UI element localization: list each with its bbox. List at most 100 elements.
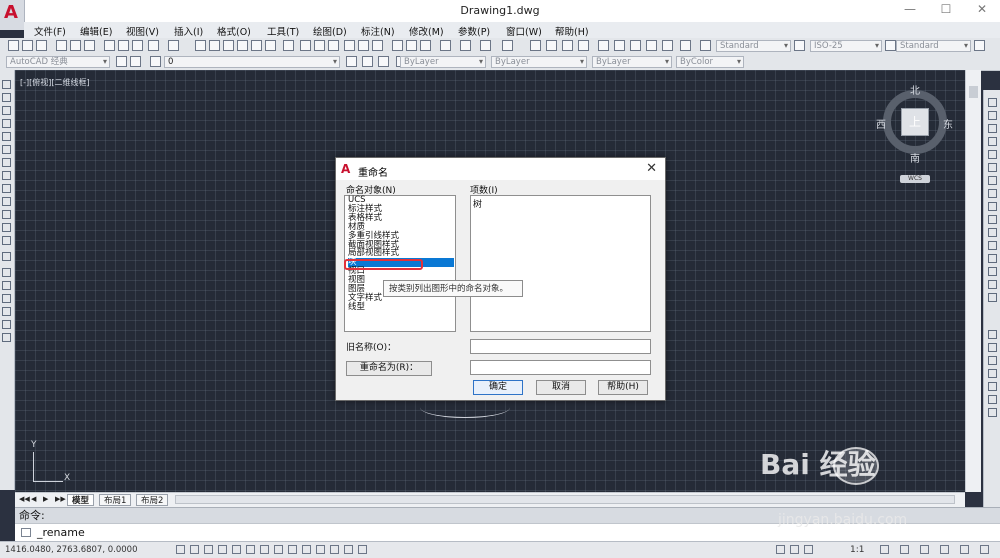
ellipse-icon[interactable]	[2, 197, 11, 206]
save-icon-2[interactable]	[328, 40, 339, 51]
text-front-icon[interactable]	[988, 395, 997, 404]
first-tab-icon[interactable]: ◀◀	[19, 495, 30, 504]
region-icon[interactable]	[2, 294, 11, 303]
hatch-icon[interactable]	[2, 268, 11, 277]
draworder-icon[interactable]	[988, 330, 997, 339]
markup-icon[interactable]	[662, 40, 673, 51]
break-icon[interactable]	[988, 241, 997, 250]
send-back-icon[interactable]	[988, 356, 997, 365]
pan-icon-2[interactable]	[502, 40, 513, 51]
command-prompt-icon[interactable]	[21, 528, 31, 537]
quick-view-drawings-icon[interactable]	[804, 545, 813, 554]
erase-icon[interactable]	[988, 98, 997, 107]
redo-icon[interactable]	[168, 40, 179, 51]
pan-icon[interactable]	[195, 40, 206, 51]
isolate-objects-icon[interactable]	[960, 545, 969, 554]
app-logo[interactable]: A	[0, 0, 25, 30]
dialog-close-button[interactable]: ✕	[646, 161, 657, 176]
copy-icon-2[interactable]	[406, 40, 417, 51]
layer-properties-icon[interactable]	[150, 56, 161, 67]
menu-format[interactable]: 格式(O)	[217, 24, 251, 38]
polyline-icon[interactable]	[2, 106, 11, 115]
menu-insert[interactable]: 插入(I)	[174, 24, 203, 38]
preview-icon-2[interactable]	[358, 40, 369, 51]
workspace-switch-icon[interactable]	[900, 545, 909, 554]
wcs-menu[interactable]: WCS	[900, 175, 930, 183]
vertical-scroll-thumb[interactable]	[969, 86, 978, 98]
compass-east[interactable]: 东	[943, 116, 953, 131]
print-icon[interactable]	[56, 40, 67, 51]
arc-icon[interactable]	[2, 145, 11, 154]
circle-icon[interactable]	[2, 158, 11, 167]
cut-icon[interactable]	[392, 40, 403, 51]
layer-state-icon[interactable]	[378, 56, 389, 67]
array-icon[interactable]	[988, 150, 997, 159]
table-icon[interactable]	[2, 307, 11, 316]
new-icon[interactable]	[8, 40, 19, 51]
annotation-visibility-icon[interactable]	[880, 545, 889, 554]
designcenter-icon[interactable]	[237, 40, 248, 51]
redo-icon-2[interactable]	[480, 40, 491, 51]
menu-tools[interactable]: 工具(T)	[267, 24, 299, 38]
sheetset-icon-2[interactable]	[646, 40, 657, 51]
compass-west[interactable]: 西	[876, 116, 886, 131]
tab-layout2[interactable]: 布局2	[136, 494, 169, 506]
polygon-icon[interactable]	[2, 119, 11, 128]
ducs-icon[interactable]	[288, 545, 297, 554]
workspace-select[interactable]: AutoCAD 经典	[6, 56, 110, 68]
annotation-scale[interactable]: 1:1	[850, 542, 864, 558]
open-icon[interactable]	[22, 40, 33, 51]
insert-block-icon[interactable]	[2, 223, 11, 232]
items-list[interactable]	[470, 195, 651, 332]
infer-constraints-icon[interactable]	[176, 545, 185, 554]
text-style-icon[interactable]	[700, 40, 711, 51]
table-style-select[interactable]: Standard	[896, 40, 971, 52]
rename-to-button[interactable]: 重命名为(R)：	[346, 361, 432, 376]
construction-line-icon[interactable]	[2, 93, 11, 102]
zoom-icon[interactable]	[209, 40, 220, 51]
ortho-icon[interactable]	[218, 545, 227, 554]
extend-icon[interactable]	[988, 228, 997, 237]
polar-icon[interactable]	[232, 545, 241, 554]
help-button[interactable]: 帮助(H)	[598, 380, 648, 395]
menu-parametric[interactable]: 参数(P)	[458, 24, 490, 38]
menu-view[interactable]: 视图(V)	[126, 24, 159, 38]
close-button[interactable]: ✕	[964, 2, 1000, 16]
mirror-icon[interactable]	[988, 124, 997, 133]
properties-icon-2[interactable]	[598, 40, 609, 51]
rectangle-icon[interactable]	[2, 132, 11, 141]
lineweight-select[interactable]: ByLayer	[592, 56, 672, 68]
rename-to-field[interactable]	[470, 360, 651, 375]
dyn-icon[interactable]	[302, 545, 311, 554]
bring-front-icon[interactable]	[988, 343, 997, 352]
mleader-style-icon[interactable]	[974, 40, 985, 51]
move-icon[interactable]	[988, 163, 997, 172]
zoom-window-icon[interactable]	[562, 40, 573, 51]
chamfer-icon[interactable]	[988, 267, 997, 276]
help-icon[interactable]	[283, 40, 294, 51]
make-block-icon[interactable]	[2, 236, 11, 245]
dim-style-icon[interactable]	[794, 40, 805, 51]
menu-dimension[interactable]: 标注(N)	[361, 24, 395, 38]
layer-previous-icon[interactable]	[362, 56, 373, 67]
compass-north[interactable]: 北	[910, 82, 920, 97]
new-icon-2[interactable]	[300, 40, 311, 51]
vertical-scrollbar[interactable]	[965, 70, 981, 492]
ok-button[interactable]: 确定	[473, 380, 523, 395]
spline-icon[interactable]	[2, 184, 11, 193]
properties-icon[interactable]	[223, 40, 234, 51]
lineweight-icon[interactable]	[316, 545, 325, 554]
stretch-icon[interactable]	[988, 202, 997, 211]
toolpalette-icon[interactable]	[251, 40, 262, 51]
hardware-accel-icon[interactable]	[940, 545, 949, 554]
ellipse-arc-icon[interactable]	[2, 210, 11, 219]
items-list-entry[interactable]: 树	[473, 197, 482, 210]
dim-style-select[interactable]: ISO-25	[810, 40, 882, 52]
paste-icon[interactable]	[132, 40, 143, 51]
3dosnap-icon[interactable]	[260, 545, 269, 554]
make-current-layer-icon[interactable]	[346, 56, 357, 67]
prev-tab-icon[interactable]: ◀	[31, 495, 40, 504]
layer-prop-select[interactable]: ByLayer	[400, 56, 486, 68]
mtext-icon[interactable]	[2, 320, 11, 329]
matchprop-icon-2[interactable]	[440, 40, 451, 51]
